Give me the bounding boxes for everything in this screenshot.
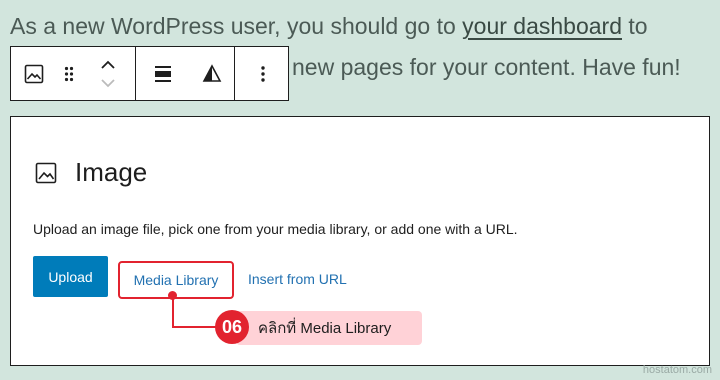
duotone-button[interactable] (190, 47, 234, 100)
insert-from-url-button[interactable]: Insert from URL (248, 271, 347, 287)
chevron-down-icon[interactable] (100, 78, 116, 88)
watermark: hostatom.com (642, 364, 712, 376)
toolbar-group-block (11, 47, 136, 100)
image-icon (24, 64, 44, 83)
chevron-up-icon[interactable] (100, 60, 116, 70)
callout-label: คลิกที่ Media Library (258, 320, 392, 337)
align-icon (155, 65, 171, 82)
callout-text: คลิกที่ Media Library (236, 311, 422, 345)
drag-handle-button[interactable] (57, 47, 81, 100)
image-block-title: Image (35, 157, 147, 188)
more-options-icon (261, 65, 265, 82)
image-icon (35, 162, 57, 183)
callout-anchor-dot (168, 291, 177, 300)
toolbar-group-format (136, 47, 235, 100)
image-block-label: Image (75, 157, 148, 187)
block-toolbar (10, 46, 289, 101)
contrast-icon (202, 63, 222, 82)
image-block-instructions: Upload an image file, pick one from your… (33, 221, 518, 237)
dashboard-link[interactable]: your dashboard (462, 13, 622, 39)
toolbar-group-options (235, 47, 291, 100)
block-type-button[interactable] (11, 47, 57, 100)
callout-step-badge: 06 (215, 310, 249, 344)
upload-button[interactable]: Upload (33, 256, 108, 297)
more-options-button[interactable] (235, 47, 291, 100)
paragraph-text-after-link: to (622, 13, 648, 39)
align-button[interactable] (136, 47, 190, 100)
paragraph-text-before-link: As a new WordPress user, you should go t… (10, 13, 463, 39)
drag-handle-icon (64, 66, 74, 81)
block-mover (81, 47, 135, 100)
paragraph-line-1: As a new WordPress user, you should go t… (10, 6, 710, 47)
